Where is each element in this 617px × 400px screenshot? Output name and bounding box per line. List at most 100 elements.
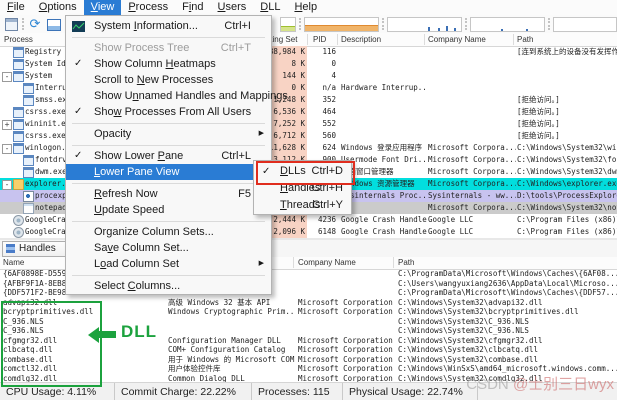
handles-icon — [6, 244, 15, 253]
path-cell: C:\Windows\System32\not... — [517, 203, 617, 212]
dll-path: C:\Windows\System32\clbcatq.dll — [398, 345, 538, 354]
watermark: CSDN @士别三日wyx — [466, 373, 614, 394]
window-icon — [23, 155, 34, 166]
handles-view-button[interactable]: Handles — [2, 241, 66, 257]
checkmark-icon: ✓ — [74, 106, 83, 117]
menubar-item-find[interactable]: Find — [175, 0, 210, 15]
menu-item-save-column-set[interactable]: Save Column Set... — [66, 240, 271, 256]
company-cell: Microsoft Corpora... — [428, 203, 516, 212]
menu-item-show-processes-from-all-users[interactable]: ✓ Show Processes From All Users — [66, 104, 271, 120]
dlls-highlight-box — [256, 161, 355, 185]
menu-item-update-speed[interactable]: Update Speed▶ — [66, 202, 271, 218]
menu-item-show-lower-pane[interactable]: ✓ Show Lower Pane Ctrl+L — [66, 148, 271, 164]
menu-item-label: System Information... — [94, 20, 198, 32]
company-cell: Microsoft Corpora... — [428, 167, 516, 176]
menu-item-label: Lower Pane View — [94, 166, 180, 178]
path-cell: C:\Program Files (x86)\... — [517, 227, 617, 236]
column-header-dll-path[interactable]: Path — [398, 258, 414, 267]
column-header-company-name[interactable]: Company Name — [428, 35, 486, 44]
menu-item-shortcut: Ctrl+I — [224, 20, 251, 32]
gear-icon — [13, 227, 24, 238]
description-cell: Google Crash Handler — [341, 227, 427, 236]
description-cell: Google Crash Handler — [341, 215, 427, 224]
pid-cell: 352 — [322, 95, 336, 104]
commit-history-graph[interactable] — [304, 17, 379, 32]
tree-expander[interactable]: + — [2, 120, 12, 130]
dll-annotation-box — [1, 301, 102, 387]
menu-item-threads[interactable]: Threads Ctrl+Y — [254, 197, 351, 214]
menu-item-show-unnamed-handles-and-mappings[interactable]: Show Unnamed Handles and Mappings — [66, 88, 288, 104]
path-cell: C:\Windows\System32\dwm... — [517, 167, 617, 176]
company-cell: Google LLC — [428, 215, 474, 224]
menu-item-organize-column-sets[interactable]: Organize Column Sets... — [66, 224, 271, 240]
dll-description: 用户体验控件库 — [168, 364, 221, 373]
pid-cell: 624 — [322, 143, 336, 152]
dll-description: COM+ Configuration Catalog — [168, 345, 286, 354]
menubar-item-options[interactable]: Options — [32, 0, 84, 15]
menu-item-load-column-set[interactable]: Load Column Set ▶ — [66, 256, 271, 272]
status-segment: Physical Usage: 22.74% — [343, 383, 478, 400]
column-header-dll-company[interactable]: Company Name — [298, 258, 356, 267]
menubar-item-file[interactable]: File — [0, 0, 32, 15]
menubar-item-help[interactable]: Help — [287, 0, 324, 15]
dll-path: C:\Windows\System32\combase.dll — [398, 354, 538, 364]
dll-path: C:\ProgramData\Microsoft\Windows\Caches\… — [398, 288, 617, 297]
menubar-item-process[interactable]: Process — [121, 0, 175, 15]
io-history-graph[interactable] — [387, 17, 462, 32]
window-icon — [13, 71, 24, 82]
menu-bar: File Options View Process Find Users DLL Help — [0, 0, 617, 16]
dll-path: C:\Windows\System32\C_936.NLS — [398, 326, 529, 335]
menu-item-system-information[interactable]: System Information... Ctrl+I — [66, 18, 271, 34]
checkmark-icon: ✓ — [74, 58, 83, 69]
tree-expander[interactable]: - — [2, 180, 12, 190]
description-cell: Windows 登录应用程序 — [341, 143, 423, 152]
tree-expander[interactable]: - — [2, 72, 12, 82]
column-header-process[interactable]: Process — [4, 35, 33, 44]
refresh-button[interactable]: ⟳ — [27, 17, 43, 31]
dll-annotation-label: DLL — [121, 322, 158, 341]
tree-expander[interactable]: - — [2, 144, 12, 154]
menubar-item-view[interactable]: View — [83, 0, 122, 15]
menu-item-lower-pane-view[interactable]: Lower Pane View▶ — [66, 164, 271, 180]
menu-item-opacity[interactable]: Opacity ▶ — [66, 126, 271, 142]
menu-item-label: Save Column Set... — [94, 242, 189, 254]
disk-history-graph[interactable] — [553, 17, 617, 32]
dll-path: C:\Windows\System32\cfgmgr32.dll — [398, 335, 543, 345]
dll-company: Microsoft Corporation — [298, 364, 393, 373]
dll-company: Microsoft Corporation — [298, 297, 393, 307]
toolbar-grip — [22, 18, 24, 30]
menubar-item-users[interactable]: Users — [211, 0, 254, 15]
menu-item-refresh-now[interactable]: Refresh Now F5 — [66, 186, 271, 202]
watermark-gray: CSDN — [466, 376, 513, 393]
company-cell: Microsoft Corpora... — [428, 155, 516, 164]
menu-item-label: Opacity — [94, 128, 132, 140]
pane-icon — [47, 19, 61, 31]
column-header-pid[interactable]: PID — [313, 35, 326, 44]
gpu-history-graph[interactable] — [470, 17, 545, 32]
menu-item-select-columns[interactable]: Select Columns... — [66, 278, 271, 294]
dll-annotation-arrow-shaft — [98, 331, 116, 338]
menu-item-shortcut: Ctrl+Y — [312, 199, 343, 211]
menu-item-scroll-to-new-processes[interactable]: Scroll to New Processes — [66, 72, 271, 88]
pid-cell: 552 — [322, 119, 336, 128]
window-icon — [13, 59, 24, 70]
column-header-description[interactable]: Description — [341, 35, 381, 44]
menu-item-show-column-heatmaps[interactable]: ✓ Show Column Heatmaps — [66, 56, 271, 72]
save-button[interactable] — [3, 17, 19, 31]
menu-item-label: Scroll to New Processes — [94, 74, 214, 86]
toolbar-grip — [465, 18, 467, 30]
procexp-icon — [23, 191, 34, 202]
menubar-item-dll[interactable]: DLL — [253, 0, 287, 15]
cpu-graph-partial[interactable] — [280, 17, 296, 32]
column-header-path[interactable]: Path — [517, 35, 533, 44]
dll-company: Microsoft Corporation — [298, 345, 393, 354]
menu-item-shortcut: Ctrl+L — [221, 150, 251, 162]
dll-company: Microsoft Corporation — [298, 354, 393, 364]
column-header-name[interactable]: Name — [3, 258, 24, 267]
window-icon — [23, 83, 34, 94]
path-cell: C:\Windows\System32\fon... — [517, 155, 617, 164]
path-cell: [拒绝访问。] — [517, 95, 560, 104]
company-cell: Sysinternals - ww... — [428, 191, 516, 200]
show-lower-pane-button[interactable] — [45, 17, 61, 31]
menu-item-show-process-tree[interactable]: Show Process Tree Ctrl+T — [66, 40, 271, 56]
